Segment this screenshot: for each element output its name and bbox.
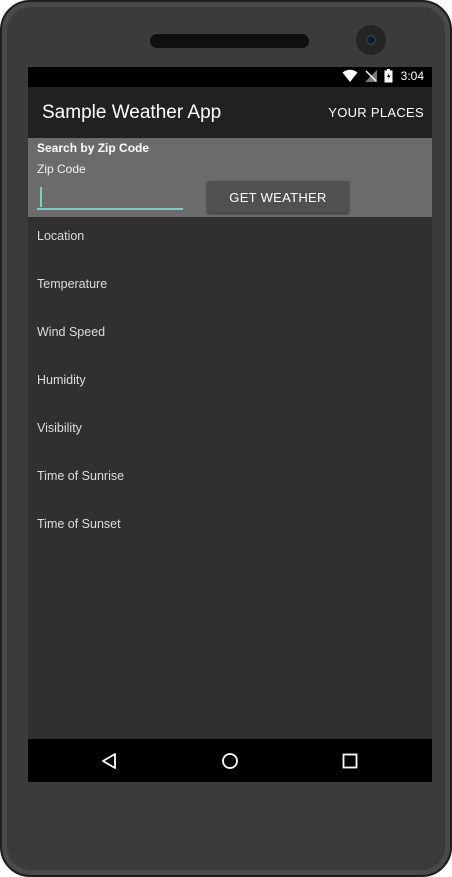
- search-heading: Search by Zip Code: [37, 141, 150, 155]
- search-panel: Search by Zip Code Zip Code GET WEATHER: [28, 138, 432, 217]
- field-temperature: Temperature: [37, 277, 108, 291]
- wifi-icon: [342, 69, 358, 82]
- recents-icon[interactable]: [341, 752, 359, 770]
- device-frame: 3:04 Sample Weather App YOUR PLACES Sear…: [0, 0, 452, 877]
- field-location: Location: [37, 229, 85, 243]
- field-humidity: Humidity: [37, 373, 86, 387]
- get-weather-button[interactable]: GET WEATHER: [207, 181, 349, 213]
- your-places-button[interactable]: YOUR PLACES: [328, 105, 424, 120]
- status-time: 3:04: [400, 69, 424, 83]
- no-signal-icon: [364, 70, 377, 82]
- back-icon[interactable]: [100, 752, 118, 770]
- field-visibility: Visibility: [37, 421, 82, 435]
- front-camera: [356, 25, 386, 55]
- navigation-bar: [28, 739, 432, 782]
- screen: 3:04 Sample Weather App YOUR PLACES Sear…: [28, 67, 432, 782]
- home-icon[interactable]: [221, 752, 239, 770]
- zip-code-label: Zip Code: [37, 162, 86, 176]
- field-wind-speed: Wind Speed: [37, 325, 106, 339]
- zip-code-input[interactable]: [37, 184, 183, 210]
- field-sunrise: Time of Sunrise: [37, 469, 125, 483]
- text-cursor: [40, 187, 42, 207]
- app-title: Sample Weather App: [42, 102, 222, 123]
- speaker-grille: [150, 34, 309, 48]
- app-bar: Sample Weather App YOUR PLACES: [28, 87, 432, 138]
- field-sunset: Time of Sunset: [37, 517, 121, 531]
- battery-icon: [384, 69, 393, 83]
- status-bar: 3:04: [28, 67, 432, 87]
